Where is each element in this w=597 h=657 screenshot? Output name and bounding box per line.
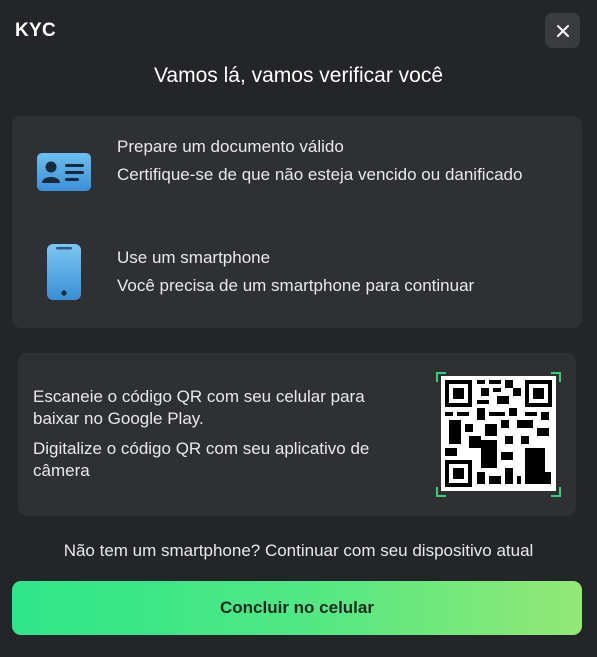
step-title: Use um smartphone	[117, 248, 271, 267]
step-description: Você precisa de um smartphone para conti…	[117, 276, 475, 295]
qr-code	[441, 376, 556, 491]
smartphone-icon	[46, 243, 82, 306]
continue-on-current-device-link[interactable]: Não tem um smartphone? Continuar com seu…	[0, 541, 597, 561]
qr-card: Escaneie o código QR com seu celular par…	[18, 353, 576, 516]
requirements-card: Prepare um documento válido Certifique-s…	[12, 116, 582, 328]
qr-instruction-download: Escaneie o código QR com seu celular par…	[33, 387, 365, 428]
close-icon	[556, 24, 569, 37]
modal-title: KYC	[15, 20, 57, 41]
kyc-modal: KYC Vamos lá, vamos verificar você Prepa…	[0, 0, 597, 657]
step-description: Certifique-se de que não esteja vencido …	[117, 165, 523, 184]
close-button[interactable]	[545, 13, 580, 48]
qr-code-frame	[436, 372, 561, 497]
qr-instruction-camera: Digitalize o código QR com seu aplicativ…	[33, 439, 370, 480]
step-title: Prepare um documento válido	[117, 137, 344, 156]
page-heading: Vamos lá, vamos verificar você	[153, 64, 444, 87]
id-card-icon	[36, 152, 92, 197]
complete-on-phone-button[interactable]: Concluir no celular	[12, 581, 582, 635]
